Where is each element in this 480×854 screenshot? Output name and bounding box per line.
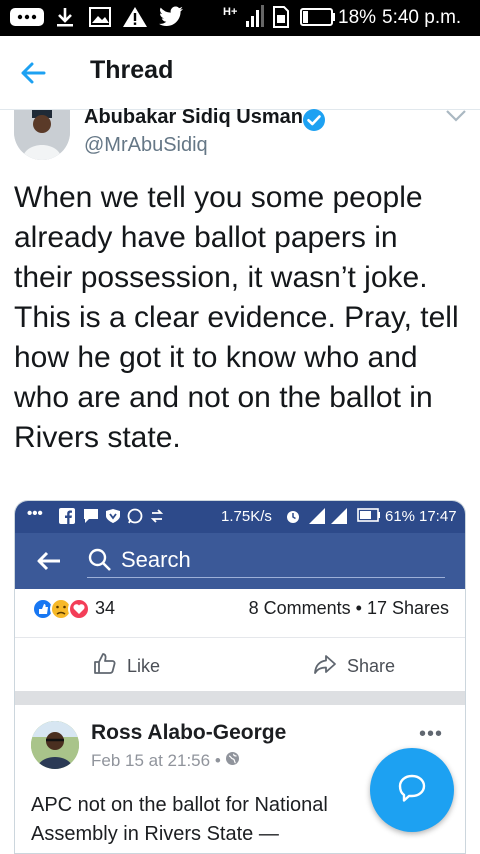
message-icon [83, 508, 99, 528]
facebook-search-bar: Search [15, 533, 465, 589]
author-avatar[interactable] [14, 110, 70, 160]
more-options-icon[interactable]: ••• [419, 723, 443, 746]
public-globe-icon [225, 751, 240, 771]
speech-bubble-icon [396, 772, 428, 809]
search-input[interactable]: Search [121, 547, 191, 573]
reaction-count[interactable]: 34 [95, 598, 115, 619]
facebook-icon [59, 508, 75, 528]
action-row: Like Share [15, 637, 465, 691]
section-divider [15, 691, 465, 705]
search-underline [87, 577, 445, 578]
share-label: Share [347, 656, 396, 676]
comments-shares-count[interactable]: 8 Comments • 17 Shares [249, 598, 449, 619]
tweet-text: When we tell you some people already hav… [14, 181, 459, 454]
sync-icon [149, 508, 165, 528]
gallery-icon [88, 6, 112, 28]
download-icon [54, 6, 76, 28]
status-bar: H+ 18% 5:40 p.m. [0, 0, 480, 36]
embedded-clock: 17:47 [419, 508, 457, 525]
network-speed: 1.75K/s [221, 508, 272, 525]
fb-back-arrow-icon[interactable] [35, 549, 63, 573]
reply-fab-button[interactable] [370, 748, 454, 832]
warning-icon [122, 6, 148, 28]
signal-icon: H+ [222, 5, 264, 28]
battery-percent: 18% [338, 7, 377, 28]
battery-icon [300, 6, 336, 28]
author-handle[interactable]: @MrAbuSidiq [84, 134, 208, 157]
embedded-battery-icon [357, 508, 381, 526]
whatsapp-icon [127, 508, 143, 528]
chevron-down-icon[interactable] [444, 108, 468, 124]
back-arrow-icon[interactable] [18, 58, 50, 88]
post-time-text: Feb 15 at 21:56 • [91, 751, 221, 770]
author-name[interactable]: Abubakar Sidiq Usman [84, 106, 303, 129]
thread-header: Thread [0, 36, 480, 110]
post-author-name[interactable]: Ross Alabo-George [91, 721, 286, 745]
post-timestamp: Feb 15 at 21:56 • [91, 751, 240, 771]
alarm-icon [285, 508, 301, 528]
reaction-icons[interactable] [31, 597, 93, 621]
embedded-battery-percent: 61% [385, 508, 416, 525]
twitter-bird-icon [158, 6, 184, 28]
embedded-status-bar: ••• 1.75K/s 61% 17:47 [15, 501, 465, 533]
signal-bars-icon [309, 508, 353, 528]
post-author-avatar[interactable] [31, 721, 79, 769]
clock: 5:40 p.m. [382, 7, 462, 28]
messages-icon [8, 6, 46, 28]
verified-badge-icon [302, 108, 326, 132]
page-title: Thread [90, 56, 174, 84]
like-button[interactable]: Like [93, 652, 160, 681]
search-icon[interactable] [87, 547, 113, 573]
more-dots-icon: ••• [27, 505, 43, 522]
sim-icon [272, 6, 290, 28]
like-label: Like [127, 656, 161, 676]
thumbs-up-icon [93, 652, 117, 681]
shield-icon [105, 508, 121, 528]
svg-text:H+: H+ [223, 6, 237, 18]
share-arrow-icon [313, 652, 337, 681]
post-text: APC not on the ballot for National Assem… [31, 794, 328, 845]
share-button[interactable]: Share [313, 652, 395, 681]
